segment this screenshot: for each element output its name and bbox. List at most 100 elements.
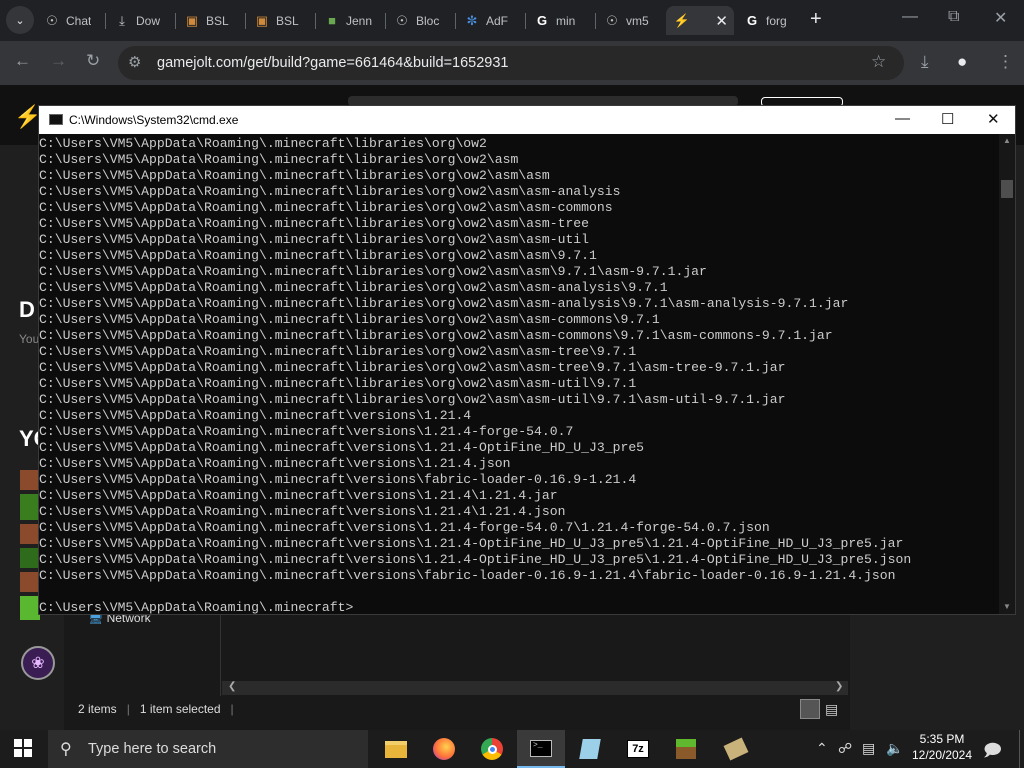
new-tab-button[interactable]: + [810, 9, 822, 29]
profile-icon[interactable]: ● [957, 52, 967, 72]
console-line: C:\Users\VM5\AppData\Roaming\.minecraft\… [39, 232, 590, 247]
tab-title: AdF [486, 13, 509, 28]
google-icon: G [536, 13, 548, 28]
tab-title: Dow [136, 13, 161, 28]
console-line: C:\Users\VM5\AppData\Roaming\.minecraft\… [39, 200, 613, 215]
swirl-icon: ✼ [466, 12, 478, 28]
back-button[interactable]: ← [14, 51, 31, 71]
clock-date: 12/20/2024 [911, 748, 973, 762]
download-icon: ⤓ [119, 12, 125, 28]
console-output[interactable]: C:\Users\VM5\AppData\Roaming\.minecraft\… [39, 134, 999, 614]
minecraft-taskbar-icon[interactable] [662, 730, 710, 768]
cmd-taskbar-icon[interactable]: >_ [517, 730, 565, 768]
globe-icon: ☉ [46, 12, 58, 28]
console-line: C:\Users\VM5\AppData\Roaming\.minecraft\… [39, 440, 645, 455]
status-items-count: 2 items [78, 702, 117, 716]
clock-time: 5:35 PM [919, 732, 965, 746]
browser-tab-strip: ⌄ ☉ Chat ⤓ Dow ▣ BSL ▣ BSL ■ Jenn ☉ Bloc ✼ AdF Gmin ☉ vm… [0, 0, 1024, 41]
gamejolt-bolt-icon: ⚡ [673, 12, 691, 28]
notifications-icon[interactable]: 🗩 [983, 738, 1002, 767]
taskbar-clock[interactable]: 5:35 PM 12/20/2024 [902, 731, 982, 763]
console-line: C:\Users\VM5\AppData\Roaming\.minecraft\… [39, 536, 904, 551]
restore-icon: ⧉ [948, 8, 960, 25]
scroll-down-icon[interactable]: ▼ [1003, 602, 1011, 611]
cmd-minimize-button[interactable]: — [895, 110, 910, 127]
close-tab-icon[interactable]: ✕ [715, 12, 728, 30]
browser-tab[interactable]: ▣ BSL [176, 6, 244, 35]
show-desktop-button[interactable] [1019, 730, 1020, 768]
forward-button[interactable]: → [50, 51, 67, 71]
console-line: C:\Users\VM5\AppData\Roaming\.minecraft\… [39, 248, 597, 263]
chrome-taskbar-icon[interactable] [468, 730, 516, 768]
tab-title: min [556, 13, 576, 28]
page-subtext: You [19, 332, 40, 346]
arrow-right-icon: → [50, 51, 67, 70]
reload-button[interactable]: ↻ [86, 51, 100, 71]
browser-tab[interactable]: Gforg [736, 6, 804, 35]
chevron-up-icon[interactable]: ⌃ [816, 740, 828, 757]
horizontal-scrollbar[interactable] [222, 681, 848, 695]
browser-tab[interactable]: ☉ vm5 [596, 6, 664, 35]
details-view-icon[interactable] [800, 699, 820, 719]
browser-tab[interactable]: ⚡ ✕ [666, 6, 734, 35]
taskbar-search-box[interactable]: ⚲ Type here to search [48, 730, 368, 768]
browser-tab[interactable]: ☉ Chat [36, 6, 104, 35]
notepad-taskbar-icon[interactable] [566, 730, 614, 768]
scroll-up-icon[interactable]: ▲ [1003, 136, 1011, 145]
console-line: C:\Users\VM5\AppData\Roaming\.minecraft\… [39, 488, 558, 503]
file-explorer-taskbar-icon[interactable] [372, 730, 420, 768]
console-line: C:\Users\VM5\AppData\Roaming\.minecraft\… [39, 168, 550, 183]
avatar[interactable]: ❀ [21, 646, 55, 680]
browser-tab[interactable]: ■ Jenn [316, 6, 384, 35]
console-line: C:\Users\VM5\AppData\Roaming\.minecraft\… [39, 568, 896, 583]
browser-tab[interactable]: Gmin [526, 6, 594, 35]
console-line: C:\Users\VM5\AppData\Roaming\.minecraft\… [39, 472, 637, 487]
downloads-icon[interactable]: ⤓ [921, 52, 929, 72]
page-heading-d: D [19, 297, 35, 322]
scroll-right-icon[interactable]: ❯ [835, 681, 843, 692]
cmd-scrollbar[interactable]: ▲ ▼ [999, 134, 1015, 614]
console-line: C:\Users\VM5\AppData\Roaming\.minecraft\… [39, 392, 786, 407]
windows-start-icon[interactable] [14, 739, 32, 757]
browser-tab[interactable]: ☉ Bloc [386, 6, 454, 35]
scroll-left-icon[interactable]: ❮ [228, 681, 236, 692]
minimize-button[interactable]: — [902, 8, 918, 26]
cmd-scroll-thumb[interactable] [1001, 180, 1013, 198]
menu-kebab-icon[interactable]: ⋮ [997, 52, 1014, 72]
browser-tab[interactable]: ⤓ Dow [106, 6, 174, 35]
java-installer-taskbar-icon[interactable] [712, 730, 760, 768]
cube-icon: ▣ [255, 12, 269, 28]
site-info-icon[interactable]: ⚙ [128, 53, 141, 71]
cmd-title: C:\Windows\System32\cmd.exe [69, 113, 239, 127]
cmd-window[interactable]: C:\Windows\System32\cmd.exe — ☐ ✕ C:\Use… [38, 105, 1016, 615]
cube-icon: ▣ [185, 12, 199, 28]
bookmark-star-icon[interactable]: ☆ [871, 52, 886, 72]
console-line: C:\Users\VM5\AppData\Roaming\.minecraft\… [39, 552, 912, 567]
console-line: C:\Users\VM5\AppData\Roaming\.minecraft\… [39, 264, 707, 279]
browser-tab[interactable]: ✼ AdF [456, 6, 524, 35]
tab-search-button[interactable]: ⌄ [6, 6, 34, 34]
large-icons-view-icon[interactable]: ▤ [825, 701, 838, 718]
console-line: C:\Users\VM5\AppData\Roaming\.minecraft\… [39, 408, 472, 423]
restore-button[interactable]: ⧉ [948, 8, 959, 26]
cmd-close-button[interactable]: ✕ [987, 110, 1000, 128]
cmd-title-bar[interactable]: C:\Windows\System32\cmd.exe — ☐ ✕ [39, 106, 1015, 134]
search-placeholder: Type here to search [88, 741, 217, 757]
console-line: C:\Users\VM5\AppData\Roaming\.minecraft\… [39, 504, 566, 519]
reload-icon: ↻ [86, 51, 101, 70]
volume-muted-icon[interactable]: 🔈 [886, 740, 903, 757]
security-icon[interactable]: ☍ [838, 740, 852, 757]
close-window-button[interactable]: ✕ [994, 8, 1007, 28]
firefox-taskbar-icon[interactable] [420, 730, 468, 768]
7zip-taskbar-icon[interactable]: 7z [614, 730, 662, 768]
browser-tab[interactable]: ▣ BSL [246, 6, 314, 35]
console-line: C:\Users\VM5\AppData\Roaming\.minecraft\… [39, 280, 668, 295]
cmd-maximize-button[interactable]: ☐ [941, 110, 954, 128]
search-icon: ⚲ [60, 741, 72, 758]
url-text: gamejolt.com/get/build?game=661464&build… [157, 55, 509, 71]
network-tray-icon[interactable]: ▤ [862, 740, 875, 757]
game-thumbnail-strip [20, 470, 40, 640]
console-line: C:\Users\VM5\AppData\Roaming\.minecraft\… [39, 296, 849, 311]
status-selected: 1 item selected [139, 702, 221, 716]
plus-icon: + [810, 8, 822, 30]
